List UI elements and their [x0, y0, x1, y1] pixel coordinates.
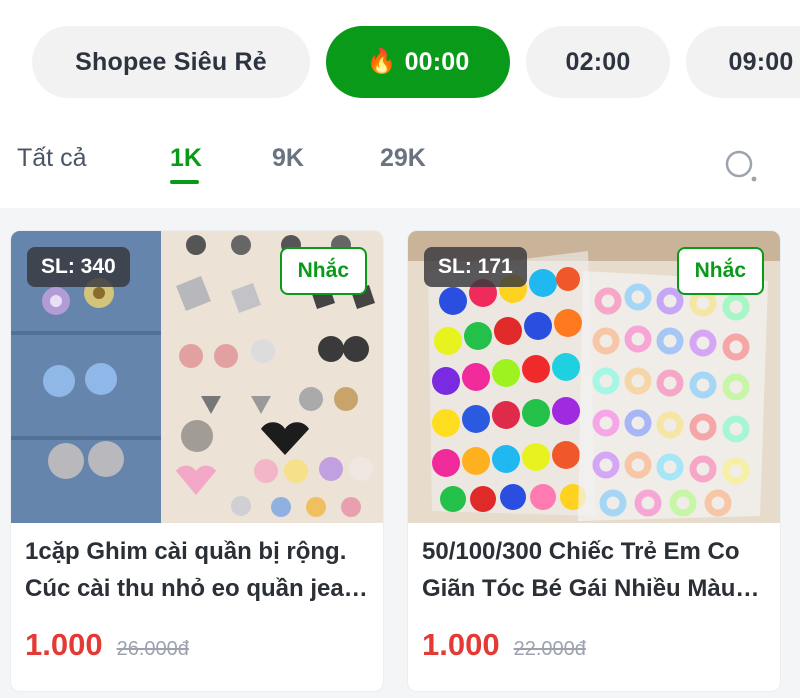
time-slot-bar: Shopee Siêu Rẻ 🔥 00:00 02:00 09:00 [0, 0, 800, 122]
tab-9k[interactable]: 9K [272, 144, 304, 173]
slot-label: 09:00 [728, 47, 794, 76]
tab-all[interactable]: Tất cả [17, 144, 86, 173]
product-card[interactable]: SL: 171 Nhắc 50/100/300 Chiếc Trẻ Em Co … [407, 230, 781, 692]
original-price: 22.000đ [513, 638, 586, 660]
product-grid: SL: 340 Nhắc 1cặp Ghim cài quần bị rộng.… [0, 208, 800, 698]
product-title: 50/100/300 Chiếc Trẻ Em Co Giãn Tóc Bé G… [422, 538, 740, 602]
slot-label: 00:00 [404, 47, 470, 76]
search-icon[interactable] [724, 148, 760, 184]
remind-button[interactable]: Nhắc [676, 247, 764, 295]
slot-shopee-sieu-re[interactable]: Shopee Siêu Rẻ [32, 26, 310, 98]
product-card[interactable]: SL: 340 Nhắc 1cặp Ghim cài quần bị rộng.… [10, 230, 384, 692]
slot-0900[interactable]: 09:00 [686, 26, 800, 98]
stock-badge: SL: 171 [424, 247, 527, 287]
slot-label: 02:00 [565, 47, 631, 76]
tab-1k[interactable]: 1K [170, 144, 202, 173]
active-tab-indicator [170, 180, 199, 184]
price-row: 1.000 22.000đ [422, 627, 586, 663]
slot-0000-active[interactable]: 🔥 00:00 [326, 26, 510, 98]
fire-icon: 🔥 [366, 48, 397, 75]
price-filter-tabs: Tất cả 1K 9K 29K [0, 122, 800, 208]
sale-price: 1.000 [422, 627, 500, 662]
price-row: 1.000 26.000đ [25, 627, 189, 663]
slot-label: Shopee Siêu Rẻ [75, 47, 267, 76]
tab-29k[interactable]: 29K [380, 144, 426, 173]
sale-price: 1.000 [25, 627, 103, 662]
product-title: 1cặp Ghim cài quần bị rộng. Cúc cài thu … [25, 538, 359, 602]
original-price: 26.000đ [116, 638, 189, 660]
stock-badge: SL: 340 [27, 247, 130, 287]
remind-button[interactable]: Nhắc [279, 247, 367, 295]
slot-0200[interactable]: 02:00 [526, 26, 670, 98]
